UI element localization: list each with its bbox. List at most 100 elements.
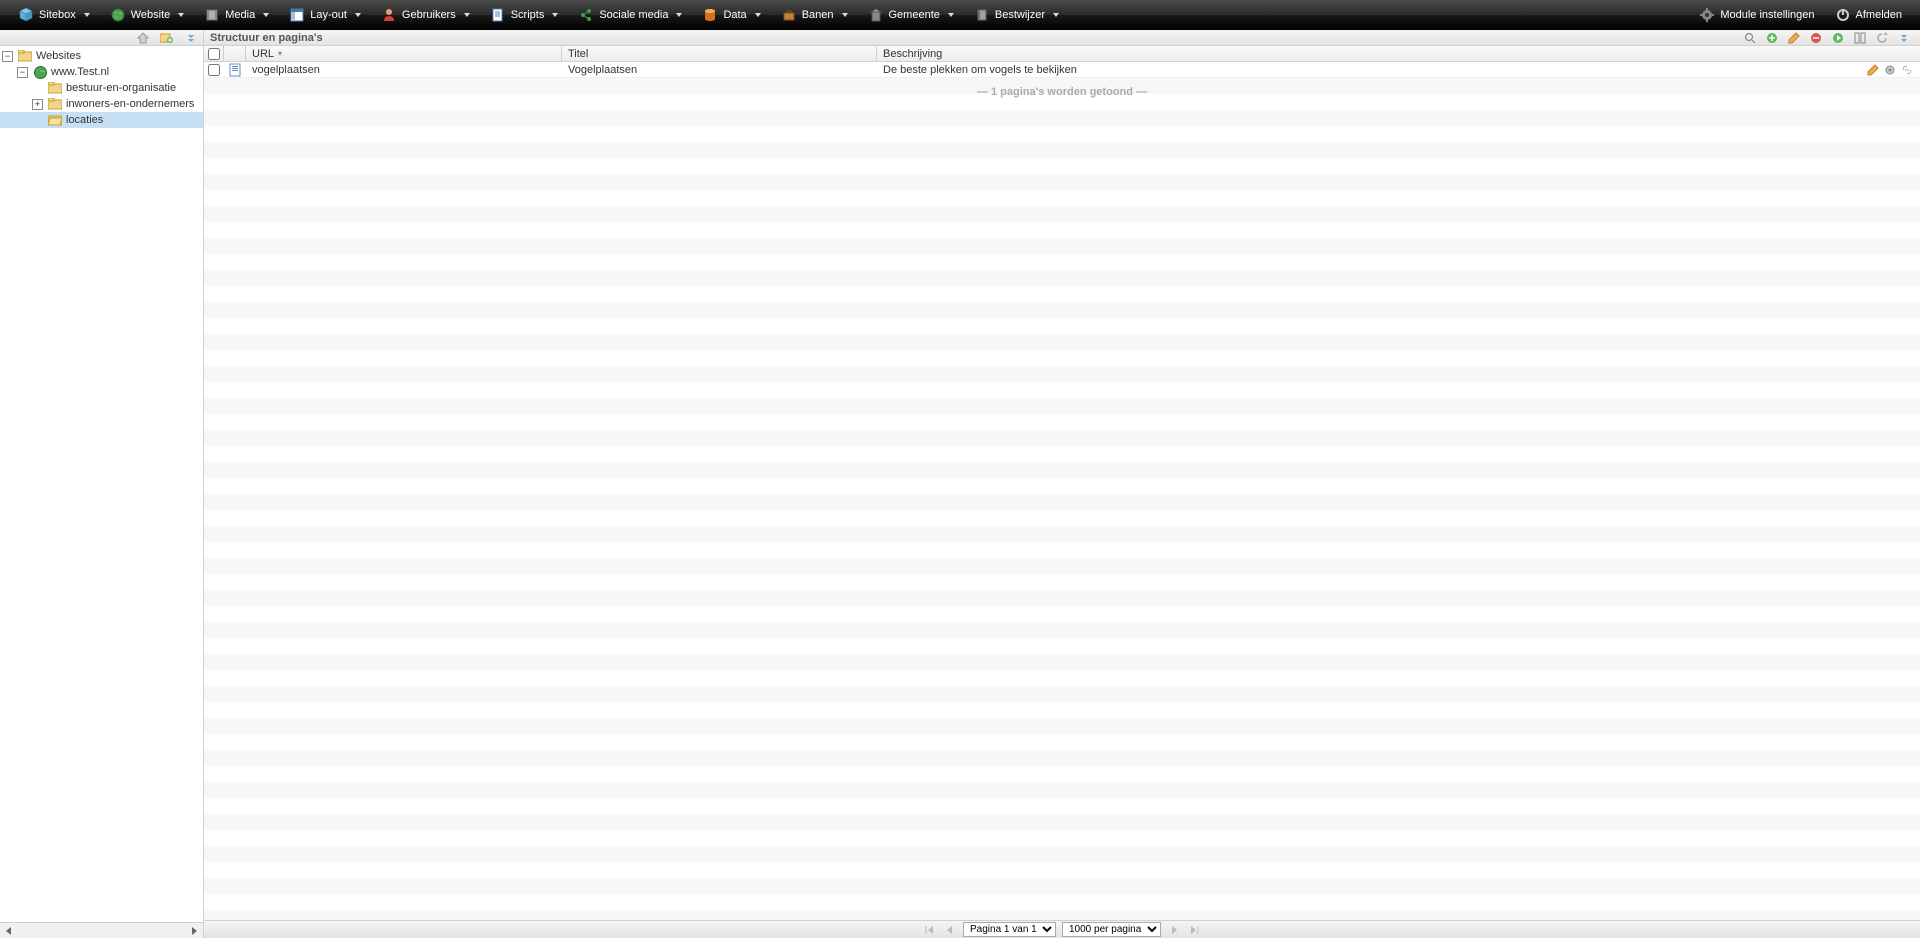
tree-toggle[interactable]: +: [32, 99, 43, 110]
main-toolbar-actions: [1740, 31, 1914, 45]
menu-jobs[interactable]: Banen: [771, 0, 858, 30]
tree-node-label: locaties: [66, 114, 103, 126]
folder-icon: [47, 81, 63, 95]
row-settings-icon[interactable]: [1883, 63, 1896, 77]
caret-icon: [552, 13, 558, 17]
table-header: URL ▾ Titel Beschrijving: [204, 46, 1920, 62]
pager-prev-icon[interactable]: [943, 923, 957, 937]
folder-icon: [47, 97, 63, 111]
menu-data-label: Data: [723, 9, 746, 21]
refresh-icon[interactable]: [1872, 31, 1892, 45]
add-folder-icon[interactable]: [157, 31, 177, 45]
page-select[interactable]: Pagina 1 van 1: [963, 922, 1056, 937]
move-icon[interactable]: [1828, 31, 1848, 45]
cell-desc: De beste plekken om vogels te bekijken: [877, 64, 1860, 76]
table-summary: — 1 pagina's worden getoond —: [204, 78, 1920, 104]
expand-icon[interactable]: [1894, 31, 1914, 45]
add-icon[interactable]: [1762, 31, 1782, 45]
columns-icon[interactable]: [1850, 31, 1870, 45]
caret-icon: [355, 13, 361, 17]
pager-last-icon[interactable]: [1187, 923, 1201, 937]
delete-icon[interactable]: [1806, 31, 1826, 45]
user-icon: [381, 7, 397, 23]
cube-icon: [18, 7, 34, 23]
tree-node-label: inwoners-en-ondernemers: [66, 98, 194, 110]
power-icon: [1835, 7, 1851, 23]
menu-layout-label: Lay-out: [310, 9, 347, 21]
logout-label: Afmelden: [1856, 9, 1902, 21]
select-all-checkbox[interactable]: [208, 48, 220, 60]
menu-bestwijzer-label: Bestwijzer: [995, 9, 1045, 21]
menu-municipality[interactable]: Gemeente: [858, 0, 964, 30]
menu-users-label: Gebruikers: [402, 9, 456, 21]
row-checkbox[interactable]: [208, 64, 220, 76]
th-url[interactable]: URL ▾: [246, 46, 562, 61]
menu-scripts[interactable]: Scripts: [480, 0, 569, 30]
th-checkbox: [204, 46, 224, 61]
tree-root-label: Websites: [36, 50, 81, 62]
module-settings-button[interactable]: Module instellingen: [1689, 0, 1824, 30]
globe-icon: [32, 65, 48, 79]
tree-toggle[interactable]: −: [2, 51, 13, 62]
menu-scripts-label: Scripts: [511, 9, 545, 21]
folder-icon: [17, 49, 33, 63]
scroll-right-icon[interactable]: [188, 925, 200, 937]
menu-media-label: Media: [225, 9, 255, 21]
row-edit-icon[interactable]: [1866, 63, 1879, 77]
row-link-icon[interactable]: [1901, 63, 1914, 77]
caret-icon: [84, 13, 90, 17]
pager-next-icon[interactable]: [1167, 923, 1181, 937]
menu-social[interactable]: Sociale media: [568, 0, 692, 30]
collapse-icon[interactable]: [181, 31, 201, 45]
th-desc[interactable]: Beschrijving: [877, 46, 1920, 61]
book-icon: [974, 7, 990, 23]
menu-layout[interactable]: Lay-out: [279, 0, 371, 30]
module-settings-label: Module instellingen: [1720, 9, 1814, 21]
th-type[interactable]: [224, 46, 246, 61]
tree-node-locaties[interactable]: locaties: [0, 112, 203, 128]
menu-sitebox-label: Sitebox: [39, 9, 76, 21]
menu-municipality-label: Gemeente: [889, 9, 940, 21]
th-title[interactable]: Titel: [562, 46, 877, 61]
home-icon[interactable]: [133, 31, 153, 45]
caret-icon: [676, 13, 682, 17]
sidebar-hscroll: [0, 922, 203, 938]
edit-icon[interactable]: [1784, 31, 1804, 45]
tree-site-label: www.Test.nl: [51, 66, 109, 78]
pager-first-icon[interactable]: [923, 923, 937, 937]
sidebar-toolbar: [0, 30, 203, 46]
film-icon: [204, 7, 220, 23]
scroll-left-icon[interactable]: [3, 925, 15, 937]
menu-bestwijzer[interactable]: Bestwijzer: [964, 0, 1069, 30]
main-panel: Structuur en pagina's URL ▾: [204, 30, 1920, 938]
menu-data[interactable]: Data: [692, 0, 770, 30]
menu-website[interactable]: Website: [100, 0, 195, 30]
search-icon[interactable]: [1740, 31, 1760, 45]
table-body: vogelplaatsen Vogelplaatsen De beste ple…: [204, 62, 1920, 920]
sort-asc-icon: ▾: [278, 49, 282, 58]
top-menu-bar: Sitebox Website Media Lay-out: [0, 0, 1920, 30]
panel-title: Structuur en pagina's: [210, 32, 323, 44]
tree-toggle[interactable]: −: [17, 67, 28, 78]
menu-jobs-label: Banen: [802, 9, 834, 21]
layout-icon: [289, 7, 305, 23]
th-desc-label: Beschrijving: [883, 48, 942, 60]
folder-open-icon: [47, 113, 63, 127]
page-icon: [224, 63, 246, 77]
globe-icon: [110, 7, 126, 23]
menu-media[interactable]: Media: [194, 0, 279, 30]
perpage-select[interactable]: 1000 per pagina: [1062, 922, 1161, 937]
gear-icon: [1699, 7, 1715, 23]
menu-sitebox[interactable]: Sitebox: [8, 0, 100, 30]
caret-icon: [263, 13, 269, 17]
tree-root[interactable]: − Websites: [0, 48, 203, 64]
tree-node-bestuur[interactable]: bestuur-en-organisatie: [0, 80, 203, 96]
tree-node-inwoners[interactable]: + inwoners-en-ondernemers: [0, 96, 203, 112]
cell-url: vogelplaatsen: [246, 64, 562, 76]
menu-users[interactable]: Gebruikers: [371, 0, 480, 30]
menu-social-label: Sociale media: [599, 9, 668, 21]
table-row[interactable]: vogelplaatsen Vogelplaatsen De beste ple…: [204, 62, 1920, 78]
logout-button[interactable]: Afmelden: [1825, 0, 1912, 30]
tree-site[interactable]: − www.Test.nl: [0, 64, 203, 80]
th-title-label: Titel: [568, 48, 588, 60]
